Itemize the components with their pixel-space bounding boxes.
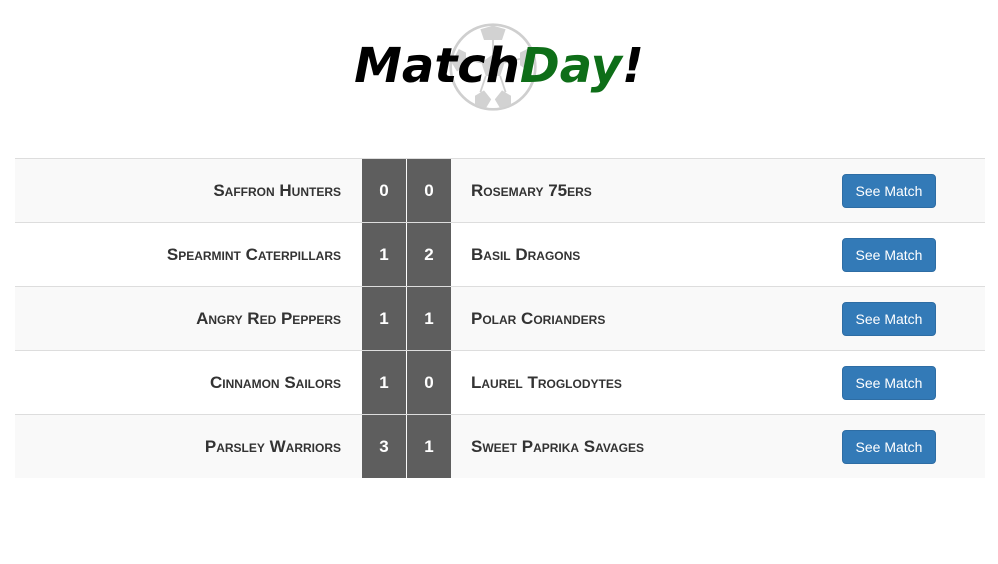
away-team-name: Polar Corianders (471, 309, 606, 328)
logo-word-match: Match (354, 38, 520, 94)
see-match-button[interactable]: See Match (842, 174, 936, 208)
home-team-name: Cinnamon Sailors (209, 373, 341, 392)
match-row: Cinnamon Sailors 1 0 Laurel Troglodytes … (15, 350, 985, 414)
match-row: Parsley Warriors 3 1 Sweet Paprika Savag… (15, 414, 985, 478)
away-team-name: Laurel Troglodytes (471, 373, 622, 392)
away-team-name: Basil Dragons (471, 245, 581, 264)
matches-table: Saffron Hunters 0 0 Rosemary 75ers See M… (15, 158, 985, 478)
home-score: 0 (362, 159, 406, 222)
see-match-button[interactable]: See Match (842, 366, 936, 400)
app-logo: MatchDay! (0, 20, 998, 120)
home-team-name: Parsley Warriors (204, 437, 341, 456)
see-match-button[interactable]: See Match (842, 302, 936, 336)
home-score: 1 (362, 223, 406, 286)
home-score: 3 (362, 415, 406, 478)
away-score: 2 (407, 223, 451, 286)
away-team-name: Rosemary 75ers (471, 181, 592, 200)
see-match-button[interactable]: See Match (842, 430, 936, 464)
away-team-name: Sweet Paprika Savages (471, 437, 645, 456)
away-score: 0 (407, 351, 451, 414)
away-score: 1 (407, 415, 451, 478)
away-score: 1 (407, 287, 451, 350)
match-row: Saffron Hunters 0 0 Rosemary 75ers See M… (15, 158, 985, 222)
home-score: 1 (362, 351, 406, 414)
home-team-name: Spearmint Caterpillars (166, 245, 341, 264)
home-team-name: Angry Red Peppers (196, 309, 341, 328)
home-score: 1 (362, 287, 406, 350)
home-team-name: Saffron Hunters (213, 181, 341, 200)
match-row: Spearmint Caterpillars 1 2 Basil Dragons… (15, 222, 985, 286)
match-row: Angry Red Peppers 1 1 Polar Corianders S… (15, 286, 985, 350)
away-score: 0 (407, 159, 451, 222)
see-match-button[interactable]: See Match (842, 238, 936, 272)
logo-exclamation: ! (621, 38, 644, 94)
app-title: MatchDay! (0, 34, 998, 98)
logo-word-day: Day (519, 38, 622, 94)
